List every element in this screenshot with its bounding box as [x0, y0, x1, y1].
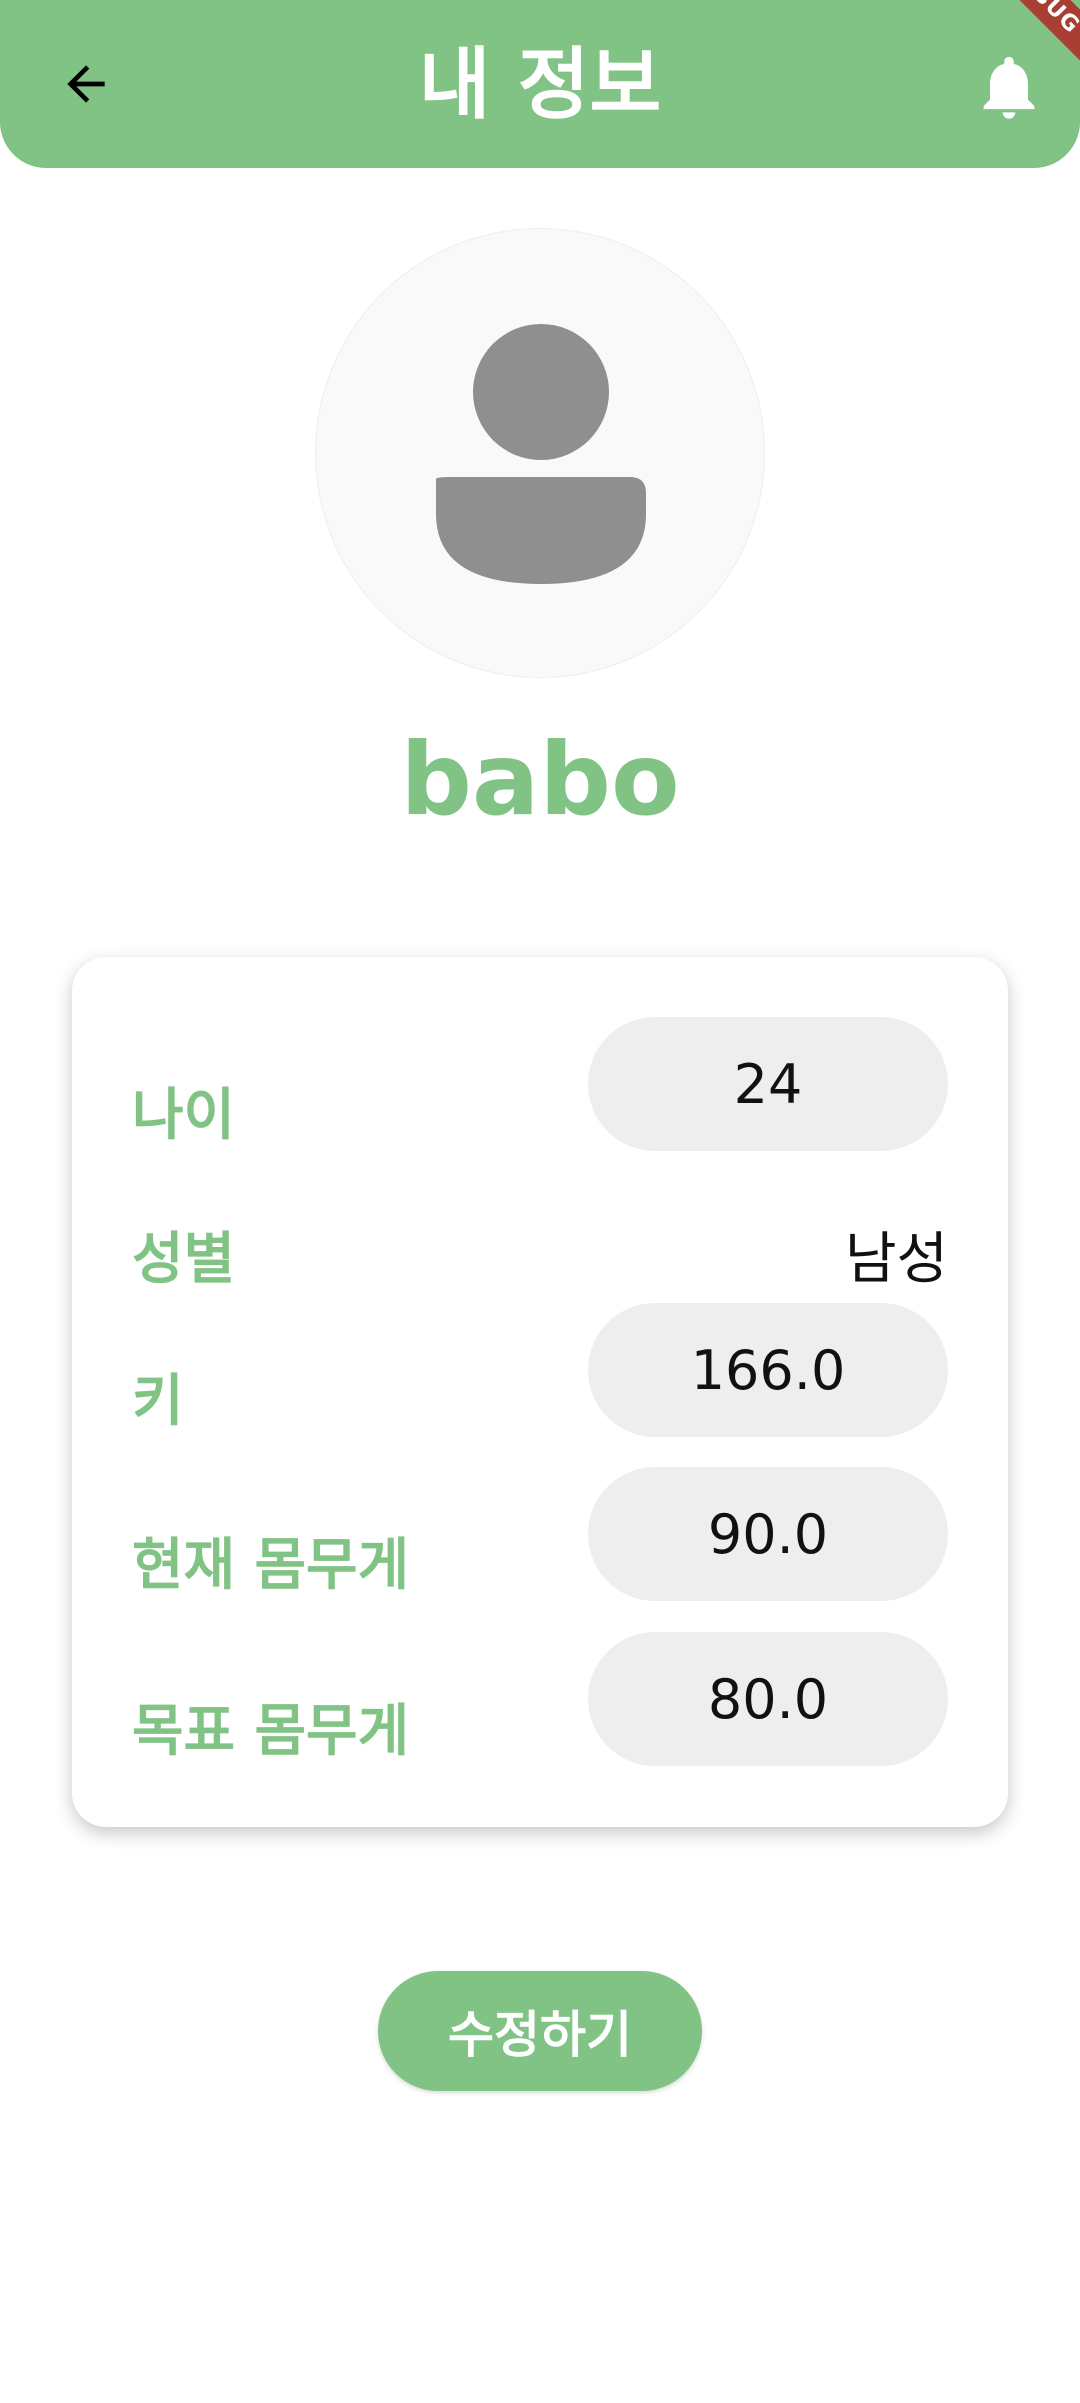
person-icon — [436, 324, 646, 584]
height-label: 키 — [132, 1369, 184, 1434]
app-bar: 내 정보 DEBUG — [0, 0, 1080, 168]
page-title: 내 정보 — [418, 40, 662, 130]
gender-value: 남성 — [844, 1227, 948, 1292]
current-weight-label: 현재 몸무게 — [132, 1533, 410, 1598]
edit-button[interactable]: 수정하기 — [378, 1971, 702, 2091]
target-weight-field[interactable]: 80.0 — [588, 1632, 948, 1766]
gender-label: 성별 — [132, 1227, 236, 1292]
target-weight-label: 목표 몸무게 — [132, 1699, 410, 1764]
my-info-screen: 내 정보 DEBUG babo 나이 24 성별 남성 키 166.0 현재 몸… — [0, 0, 1080, 2403]
bell-icon — [983, 56, 1035, 119]
age-field[interactable]: 24 — [588, 1017, 948, 1151]
age-label: 나이 — [132, 1083, 236, 1148]
username: babo — [400, 721, 680, 838]
avatar[interactable] — [315, 228, 765, 678]
current-weight-field[interactable]: 90.0 — [588, 1467, 948, 1601]
info-card: 나이 24 성별 남성 키 166.0 현재 몸무게 90.0 목표 몸무게 8… — [72, 957, 1008, 1827]
height-field[interactable]: 166.0 — [588, 1303, 948, 1437]
notifications-button[interactable] — [962, 40, 1056, 134]
